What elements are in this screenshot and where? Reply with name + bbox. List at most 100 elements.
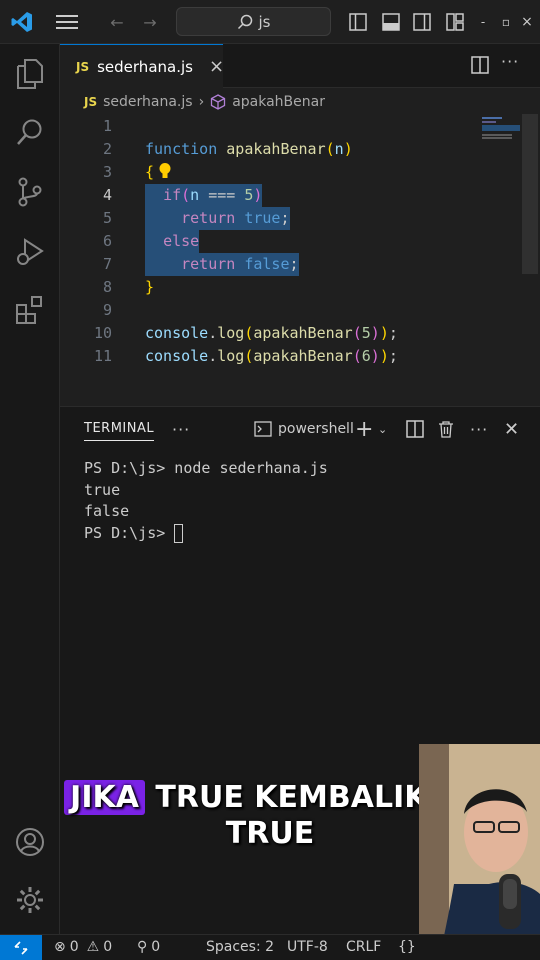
code-text-selected: return true; bbox=[145, 207, 290, 230]
minimap[interactable] bbox=[480, 114, 522, 142]
new-terminal-icon[interactable]: + bbox=[355, 417, 373, 442]
code-text-selected: if(n === 5) bbox=[145, 184, 263, 207]
problems-indicator[interactable]: ⊗ 0 ⚠ 0 bbox=[54, 939, 112, 955]
code-text: { bbox=[145, 163, 155, 181]
code-text: console.log(apakahBenar(6)); bbox=[145, 347, 398, 365]
eol-indicator[interactable]: CRLF bbox=[346, 939, 381, 955]
search-icon bbox=[237, 14, 252, 29]
code-line: 3 { bbox=[60, 161, 522, 184]
source-control-icon[interactable] bbox=[12, 174, 48, 210]
terminal-cursor bbox=[174, 524, 184, 543]
close-icon[interactable]: × bbox=[515, 10, 539, 34]
line-number: 9 bbox=[102, 301, 112, 319]
js-file-icon: JS bbox=[76, 59, 90, 74]
code-text: function apakahBenar(n) bbox=[145, 140, 353, 158]
encoding-indicator[interactable]: UTF-8 bbox=[287, 939, 328, 955]
line-number: 2 bbox=[102, 140, 112, 158]
activity-bar bbox=[0, 44, 60, 934]
method-cube-icon bbox=[211, 94, 226, 110]
forward-arrow-icon[interactable]: → bbox=[138, 10, 162, 34]
code-text: } bbox=[145, 278, 155, 296]
terminal-line: true bbox=[84, 481, 121, 499]
tab-label: sederhana.js bbox=[97, 57, 193, 76]
tab-terminal[interactable]: TERMINAL bbox=[84, 421, 155, 441]
back-arrow-icon[interactable]: ← bbox=[105, 10, 129, 34]
toggle-sidebar-icon[interactable] bbox=[346, 10, 370, 34]
code-line: 7 return false; bbox=[60, 253, 522, 276]
line-number: 7 bbox=[102, 255, 112, 273]
ports-indicator[interactable]: ⚲ 0 bbox=[137, 939, 160, 955]
line-number: 11 bbox=[93, 347, 112, 365]
toggle-panel-icon[interactable] bbox=[379, 10, 403, 34]
command-center-search[interactable]: js bbox=[176, 7, 331, 36]
broadcast-icon: ⚲ bbox=[137, 939, 148, 955]
terminal-profile[interactable]: powershell bbox=[254, 417, 354, 441]
code-text: console.log(apakahBenar(5)); bbox=[145, 324, 398, 342]
terminal-icon bbox=[254, 421, 272, 437]
trash-icon[interactable] bbox=[438, 417, 454, 441]
lightbulb-icon[interactable] bbox=[158, 162, 172, 186]
breadcrumb-file[interactable]: sederhana.js bbox=[103, 94, 192, 110]
terminal-line: PS D:\js> node sederhana.js bbox=[84, 459, 328, 477]
code-line: 5 return true; bbox=[60, 207, 522, 230]
close-tab-icon[interactable]: × bbox=[209, 56, 224, 77]
code-editor[interactable]: 1 2 function apakahBenar(n) 3 { 4 if(n =… bbox=[60, 112, 522, 404]
caption-line2: TRUE bbox=[225, 816, 315, 851]
shell-name: powershell bbox=[278, 421, 354, 437]
minimize-icon[interactable]: - bbox=[471, 10, 495, 34]
code-line: 10 console.log(apakahBenar(5)); bbox=[60, 322, 522, 345]
search-text: js bbox=[258, 12, 271, 31]
warning-icon: ⚠ bbox=[86, 939, 100, 955]
settings-gear-icon[interactable] bbox=[12, 882, 48, 918]
code-line: 4 if(n === 5) bbox=[60, 184, 522, 207]
chevron-down-icon[interactable]: ⌄ bbox=[378, 417, 387, 441]
split-editor-icon[interactable] bbox=[471, 56, 489, 78]
error-icon: ⊗ bbox=[54, 939, 66, 955]
code-line: 1 bbox=[60, 115, 522, 138]
explorer-icon[interactable] bbox=[12, 56, 48, 92]
remote-icon bbox=[14, 941, 28, 955]
line-number: 3 bbox=[102, 163, 112, 181]
remote-indicator[interactable] bbox=[0, 935, 42, 960]
line-number: 1 bbox=[102, 117, 112, 135]
panel-more-icon[interactable]: ··· bbox=[172, 417, 190, 441]
line-number: 10 bbox=[93, 324, 112, 342]
split-terminal-icon[interactable] bbox=[406, 417, 424, 441]
menu-icon[interactable] bbox=[55, 10, 79, 34]
code-text-selected: else bbox=[145, 230, 200, 253]
breadcrumb: JS sederhana.js › apakahBenar bbox=[84, 92, 325, 112]
js-file-icon: JS bbox=[84, 95, 98, 109]
more-actions-icon[interactable]: ··· bbox=[501, 52, 519, 71]
customize-layout-icon[interactable] bbox=[443, 10, 467, 34]
panel-actions-more-icon[interactable]: ··· bbox=[470, 417, 488, 441]
title-bar: ← → js - ▫ × bbox=[0, 0, 540, 44]
video-caption: JIKA TRUE KEMBALIKAN TRUE bbox=[62, 780, 478, 852]
code-line: 8 } bbox=[60, 276, 522, 299]
line-number: 8 bbox=[102, 278, 112, 296]
chevron-right-icon: › bbox=[198, 94, 205, 110]
editor-scrollbar[interactable] bbox=[522, 114, 538, 274]
language-mode-indicator[interactable]: {} bbox=[398, 939, 416, 955]
code-line: 9 bbox=[60, 299, 522, 322]
vscode-logo-icon bbox=[10, 10, 34, 34]
code-line: 11 console.log(apakahBenar(6)); bbox=[60, 345, 522, 368]
search-icon[interactable] bbox=[12, 114, 48, 150]
account-icon[interactable] bbox=[12, 824, 48, 860]
tab-sederhana-js[interactable]: JS sederhana.js × bbox=[60, 44, 224, 88]
webcam-presenter bbox=[419, 744, 540, 960]
code-text-selected: return false; bbox=[145, 253, 299, 276]
code-line: 6 else bbox=[60, 230, 522, 253]
indentation-indicator[interactable]: Spaces: 2 bbox=[206, 939, 274, 955]
terminal-prompt-line[interactable]: PS D:\js> bbox=[84, 523, 184, 544]
code-line: 2 function apakahBenar(n) bbox=[60, 138, 522, 161]
line-number: 5 bbox=[102, 209, 112, 227]
caption-highlight: JIKA bbox=[64, 780, 145, 815]
breadcrumb-symbol[interactable]: apakahBenar bbox=[232, 94, 325, 110]
close-panel-icon[interactable]: ✕ bbox=[504, 417, 519, 441]
extensions-icon[interactable] bbox=[12, 292, 48, 328]
line-number: 4 bbox=[102, 186, 112, 204]
line-number: 6 bbox=[102, 232, 112, 250]
toggle-secondary-sidebar-icon[interactable] bbox=[410, 10, 434, 34]
terminal-line: false bbox=[84, 502, 130, 520]
run-debug-icon[interactable] bbox=[12, 234, 48, 270]
